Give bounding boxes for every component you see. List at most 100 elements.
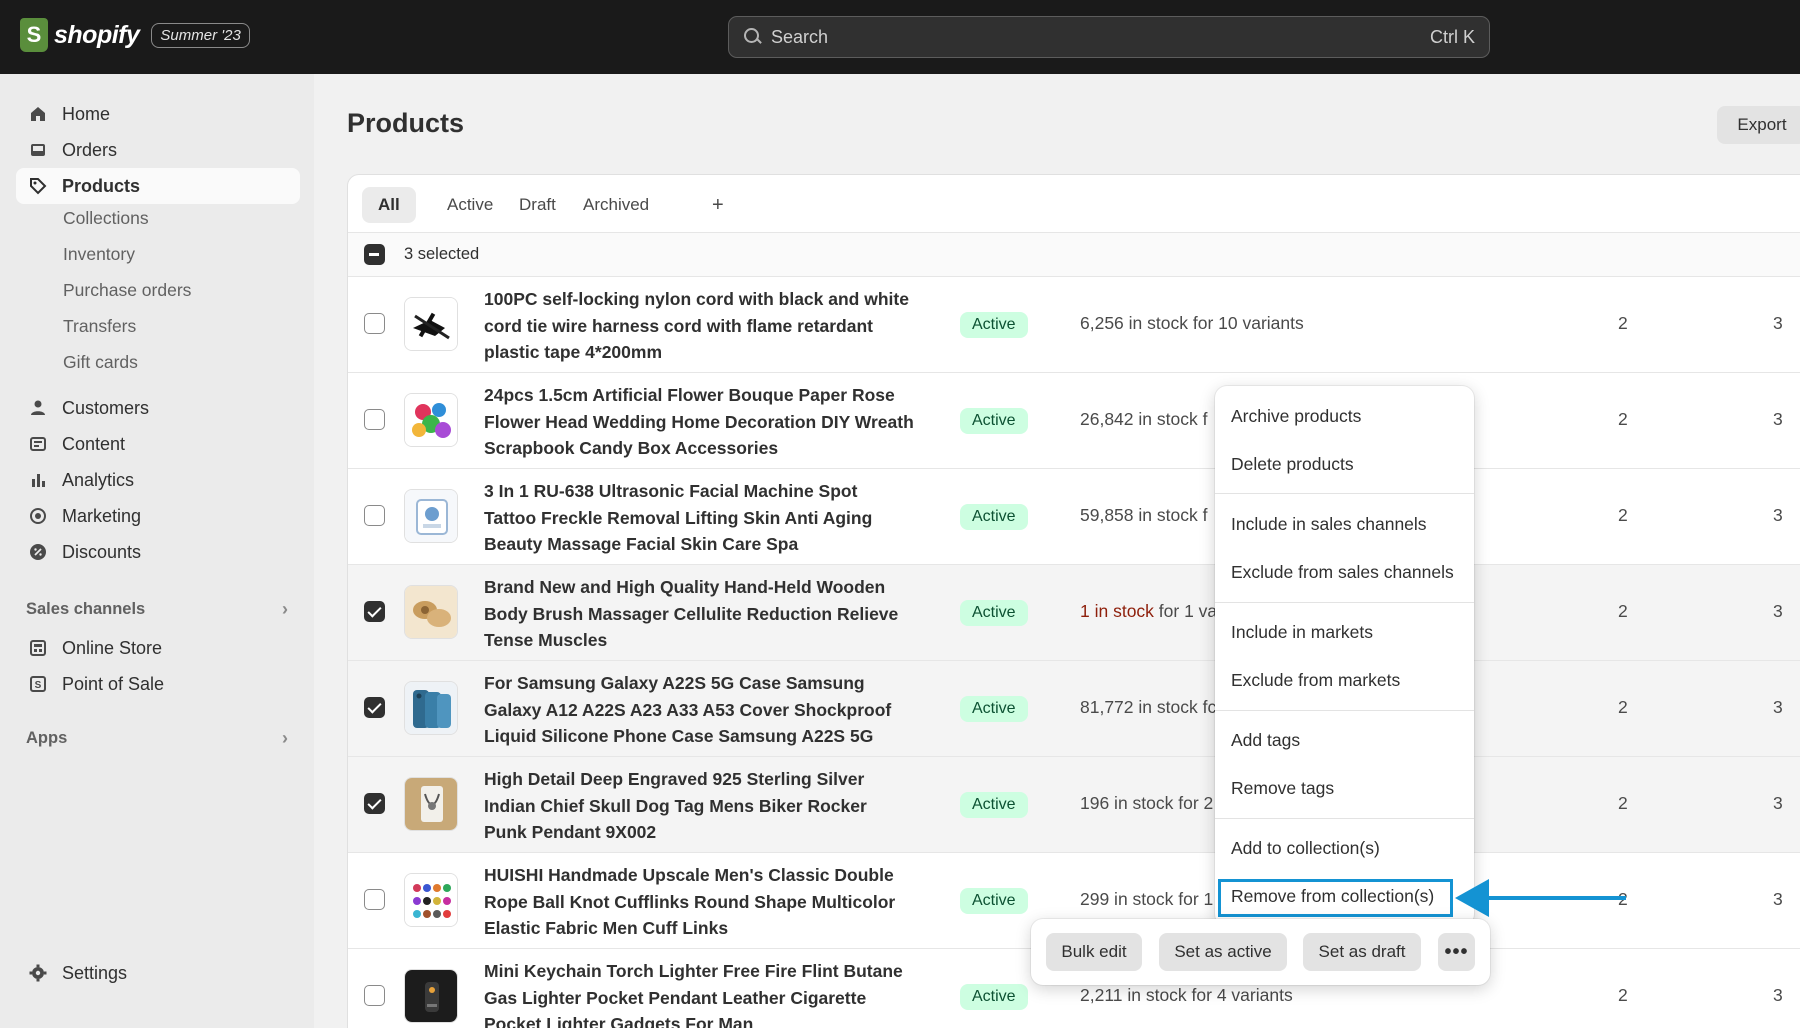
product-name[interactable]: 100PC self-locking nylon cord with black…: [484, 286, 914, 366]
product-thumbnail: [404, 873, 458, 927]
content-icon: [28, 434, 48, 454]
sidebar-item-label: Content: [62, 433, 126, 454]
tab-draft[interactable]: Draft: [503, 187, 572, 223]
row-checkbox[interactable]: [364, 697, 385, 718]
sales-channels-count: 2: [1618, 409, 1628, 429]
home-icon: [28, 104, 48, 124]
table-row[interactable]: High Detail Deep Engraved 925 Sterling S…: [348, 757, 1800, 853]
apps-header[interactable]: Apps ›: [26, 723, 288, 753]
row-checkbox[interactable]: [364, 409, 385, 430]
sales-channels-header[interactable]: Sales channels ›: [26, 594, 288, 624]
product-name[interactable]: Brand New and High Quality Hand-Held Woo…: [484, 574, 914, 654]
table-row[interactable]: For Samsung Galaxy A22S 5G Case Samsung …: [348, 661, 1800, 757]
markets-count: 3: [1773, 889, 1783, 909]
sidebar-item-discounts[interactable]: Discounts: [16, 534, 300, 570]
menu-add-to-collections[interactable]: Add to collection(s): [1231, 830, 1380, 866]
edition-badge[interactable]: Summer '23: [151, 22, 250, 48]
tab-archived[interactable]: Archived: [567, 187, 665, 223]
table-row[interactable]: 3 In 1 RU-638 Ultrasonic Facial Machine …: [348, 469, 1800, 565]
product-thumbnail: [404, 585, 458, 639]
highlight-box: [1218, 879, 1453, 917]
product-name[interactable]: Mini Keychain Torch Lighter Free Fire Fl…: [484, 958, 914, 1028]
product-thumbnail: [404, 969, 458, 1023]
menu-divider: [1215, 493, 1474, 494]
menu-delete-products[interactable]: Delete products: [1231, 446, 1354, 482]
sidebar-item-purchase-orders[interactable]: Purchase orders: [63, 275, 191, 305]
table-row[interactable]: Brand New and High Quality Hand-Held Woo…: [348, 565, 1800, 661]
search-bar[interactable]: Search Ctrl K: [728, 16, 1490, 58]
markets-count: 3: [1773, 409, 1783, 429]
inventory-text: 196 in stock for 2: [1080, 793, 1214, 813]
sidebar-item-content[interactable]: Content: [16, 426, 300, 462]
row-checkbox[interactable]: [364, 793, 385, 814]
product-name[interactable]: High Detail Deep Engraved 925 Sterling S…: [484, 766, 914, 846]
sidebar-item-label: Settings: [62, 962, 128, 983]
row-checkbox[interactable]: [364, 313, 385, 334]
row-checkbox[interactable]: [364, 601, 385, 622]
menu-include-sales-channels[interactable]: Include in sales channels: [1231, 506, 1427, 542]
pos-icon: S: [28, 674, 48, 694]
product-name[interactable]: For Samsung Galaxy A22S 5G Case Samsung …: [484, 670, 914, 750]
tab-active[interactable]: Active: [431, 187, 509, 223]
sidebar-item-label: Products: [62, 175, 141, 196]
sidebar-item-home[interactable]: Home: [16, 96, 300, 132]
sidebar-item-label: Online Store: [62, 637, 163, 658]
markets-count: 3: [1773, 601, 1783, 621]
sidebar-item-collections[interactable]: Collections: [63, 203, 149, 233]
sidebar-item-label: Home: [62, 103, 111, 124]
markets-count: 3: [1773, 313, 1783, 333]
row-checkbox[interactable]: [364, 985, 385, 1006]
sidebar-item-settings[interactable]: Settings: [16, 955, 300, 991]
menu-archive-products[interactable]: Archive products: [1231, 398, 1361, 434]
inventory-text: 299 in stock for 1: [1080, 889, 1214, 909]
product-thumbnail: [404, 489, 458, 543]
table-row[interactable]: 100PC self-locking nylon cord with black…: [348, 277, 1800, 373]
sidebar-item-inventory[interactable]: Inventory: [63, 239, 135, 269]
sidebar-item-online-store[interactable]: Online Store: [16, 630, 300, 666]
status-badge: Active: [960, 888, 1028, 914]
bulk-edit-button[interactable]: Bulk edit: [1046, 933, 1142, 971]
more-actions-menu: Archive products Delete products Include…: [1215, 386, 1474, 926]
menu-exclude-markets[interactable]: Exclude from markets: [1231, 662, 1400, 698]
menu-divider: [1215, 818, 1474, 819]
select-all-checkbox[interactable]: [364, 244, 385, 265]
product-name[interactable]: 3 In 1 RU-638 Ultrasonic Facial Machine …: [484, 478, 914, 558]
more-actions-button[interactable]: •••: [1438, 933, 1475, 971]
status-badge: Active: [960, 312, 1028, 338]
search-shortcut: Ctrl K: [1430, 26, 1475, 47]
set-as-active-button[interactable]: Set as active: [1159, 933, 1287, 971]
product-name[interactable]: HUISHI Handmade Upscale Men's Classic Do…: [484, 862, 914, 942]
product-thumbnail: [404, 777, 458, 831]
export-button[interactable]: Export: [1717, 106, 1800, 144]
sidebar-item-orders[interactable]: Orders: [16, 132, 300, 168]
table-row[interactable]: 24pcs 1.5cm Artificial Flower Bouque Pap…: [348, 373, 1800, 469]
sidebar-item-marketing[interactable]: Marketing: [16, 498, 300, 534]
sidebar-item-gift-cards[interactable]: Gift cards: [63, 347, 138, 377]
svg-text:S: S: [35, 680, 42, 691]
sidebar-item-products[interactable]: Products: [16, 168, 300, 204]
tab-all[interactable]: All: [362, 187, 416, 223]
shopify-logo[interactable]: S shopify Summer '23: [20, 18, 250, 52]
row-checkbox[interactable]: [364, 889, 385, 910]
page-title: Products: [347, 108, 465, 138]
arrow-line: [1486, 896, 1626, 900]
sidebar-item-transfers[interactable]: Transfers: [63, 311, 136, 341]
menu-remove-tags[interactable]: Remove tags: [1231, 770, 1334, 806]
sidebar-item-customers[interactable]: Customers: [16, 390, 300, 426]
set-as-draft-button[interactable]: Set as draft: [1303, 933, 1421, 971]
bar-chart-icon: [28, 470, 48, 490]
sales-channels-count: 2: [1618, 505, 1628, 525]
markets-count: 3: [1773, 505, 1783, 525]
sidebar-item-point-of-sale[interactable]: S Point of Sale: [16, 666, 300, 702]
menu-exclude-sales-channels[interactable]: Exclude from sales channels: [1231, 554, 1454, 590]
person-icon: [28, 398, 48, 418]
row-checkbox[interactable]: [364, 505, 385, 526]
sales-channels-count: 2: [1618, 985, 1628, 1005]
menu-include-markets[interactable]: Include in markets: [1231, 614, 1373, 650]
inventory-text: 81,772 in stock fc: [1080, 697, 1217, 717]
add-view-button[interactable]: +: [696, 187, 740, 223]
menu-add-tags[interactable]: Add tags: [1231, 722, 1300, 758]
product-name[interactable]: 24pcs 1.5cm Artificial Flower Bouque Pap…: [484, 382, 914, 462]
sidebar-item-analytics[interactable]: Analytics: [16, 462, 300, 498]
selected-count: 3 selected: [404, 245, 480, 263]
